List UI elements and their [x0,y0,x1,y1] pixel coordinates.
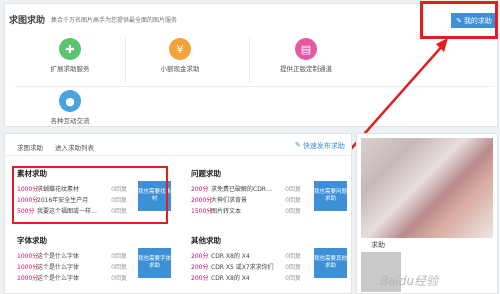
quick-post-label: 快速发布求助 [302,142,345,150]
clipboard-icon: ▤ [295,38,317,60]
service-label: 扩展求助服务 [50,65,90,73]
watermark: Baidu经验 [380,274,439,288]
replies: 0回复 [285,197,301,204]
divider [15,86,495,87]
page-subtitle: 集合千万名图片高手为您提供最全面的图片服务 [51,17,178,24]
service-license[interactable]: ▤ 提供正版定制通道 [261,38,351,73]
category-title: 问题求助 [191,169,221,178]
service-label: 各种互动交流 [50,117,90,125]
need-question-button[interactable]: 我也需要问题求助 [314,181,347,211]
divider [125,38,126,82]
service-label: 提供正版定制通道 [280,65,332,73]
category-question: 问题求助 200分 求免费已破解的CDR… 0回复 2000分 大神们求背景 0… [191,168,361,216]
question[interactable]: 图片转文本 [211,206,281,215]
points: 2000分 [191,197,213,204]
category-other: 其他求助 200分 CDR X8的 X4 0回复 200分 CDR X5 或X7… [191,235,361,283]
points: 1500分 [191,208,213,215]
replies: 0回复 [111,264,127,271]
replies: 0回复 [285,253,301,260]
quick-post-link[interactable]: ✎ 快速发布求助 [295,141,345,151]
points: 1000分 [17,275,39,282]
question[interactable]: CDR X5 或X7求求你们 [211,262,281,271]
service-label: 小额现金求助 [160,65,200,73]
question[interactable]: 这个是什么字体 [37,251,107,260]
replies: 0回复 [111,253,127,260]
replies: 0回复 [285,186,301,193]
category-title: 其他求助 [191,236,221,245]
annotation-box [12,166,168,224]
category-title: 字体求助 [17,236,47,245]
points: 1000分 [17,264,39,271]
points: 200分 [191,186,209,193]
question[interactable]: 大神们求背景 [211,195,281,204]
question[interactable]: 这个是什么字体 [37,262,107,271]
puzzle-icon: ✚ [59,38,81,60]
need-other-button[interactable]: 我也需要其他求助 [314,248,347,278]
side-panel: 求助 [356,133,498,294]
blurred-photo [361,138,493,238]
side-label: 求助 [371,241,385,249]
question[interactable]: CDR X8的 X4 [211,273,281,282]
replies: 0回复 [285,275,301,282]
replies: 0回复 [285,208,301,215]
service-cash[interactable]: ¥ 小额现金求助 [135,38,225,73]
question[interactable]: CDR X8的 X4 [211,251,281,260]
page-title: 求图求助 [9,16,46,26]
need-font-button[interactable]: 我也需要字体求助 [138,248,171,278]
annotation-box [420,1,498,39]
points: 1000分 [17,253,39,260]
points: 200分 [191,264,209,271]
enter-list-link[interactable]: 进入求助列表 [55,142,94,152]
divider [249,38,250,82]
chat-icon: ● [59,90,81,112]
yen-icon: ¥ [169,38,191,60]
replies: 0回复 [285,264,301,271]
question[interactable]: 这个是什么字体 [37,273,107,282]
category-font: 字体求助 1000分 这个是什么字体 0回复 1000分 这个是什么字体 0回复… [17,235,187,283]
edit-icon: ✎ [295,141,301,149]
question[interactable]: 求免费已破解的CDR… [211,184,281,193]
service-extend[interactable]: ✚ 扩展求助服务 [25,38,115,73]
list-title: 求图求助 [17,144,43,152]
service-interact[interactable]: ● 各种互动交流 [25,90,115,125]
points: 200分 [191,275,209,282]
points: 200分 [191,253,209,260]
list-header: 求图求助 进入求助列表 ✎ 快速发布求助 [5,134,351,156]
replies: 0回复 [111,275,127,282]
